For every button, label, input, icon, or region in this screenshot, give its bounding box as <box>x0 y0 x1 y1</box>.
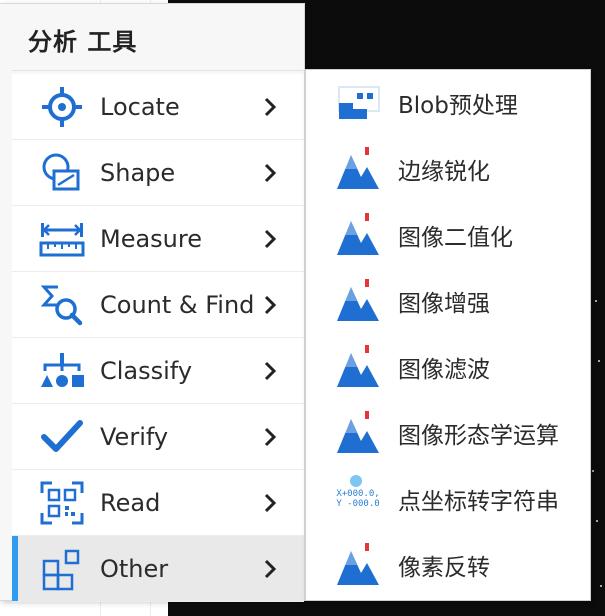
chevron-right-icon <box>264 559 277 578</box>
chevron-right-icon <box>264 163 277 182</box>
submenu-item-label: 图像滤波 <box>398 357 490 383</box>
divider <box>12 70 304 71</box>
submenu-item-label: 图像形态学运算 <box>398 423 559 449</box>
menu-item-label: Shape <box>100 158 176 187</box>
submenu-item-label: 点坐标转字符串 <box>398 489 559 515</box>
menu-item-other[interactable]: Other <box>12 536 304 602</box>
submenu-item-label: Blob预处理 <box>398 93 518 119</box>
menu-item-label: Locate <box>100 92 180 121</box>
submenu-item-label: 像素反转 <box>398 555 490 581</box>
submenu-item-filter[interactable]: 图像滤波 <box>306 334 590 400</box>
verify-check-icon <box>38 413 86 461</box>
coordinate-icon-x-text: X+000.0, <box>336 489 380 499</box>
other-submenu: Blob预处理 边缘锐化 图像二值化 图像增强 图像滤波 图像形态学运算 X+0… <box>306 70 590 600</box>
submenu-item-label: 图像增强 <box>398 291 490 317</box>
classify-icon <box>38 347 86 395</box>
menu-item-read[interactable]: Read <box>12 470 304 536</box>
image-tool-icon <box>334 541 382 589</box>
submenu-item-point-to-string[interactable]: X+000.0, Y -000.0 点坐标转字符串 <box>306 466 590 532</box>
menu-item-verify[interactable]: Verify <box>12 404 304 470</box>
submenu-item-label: 边缘锐化 <box>398 159 490 185</box>
chevron-right-icon <box>264 361 277 380</box>
analysis-tools-menu: 分析 工具 Locate Shape Measure Count & Find … <box>0 4 304 602</box>
qr-code-icon <box>38 479 86 527</box>
chevron-right-icon <box>264 493 277 512</box>
coordinate-dot-icon <box>350 475 363 487</box>
submenu-item-blob-preprocess[interactable]: Blob预处理 <box>306 70 590 136</box>
image-tool-icon <box>334 409 382 457</box>
chevron-right-icon <box>264 97 277 116</box>
image-tool-icon <box>334 343 382 391</box>
locate-icon <box>38 83 86 131</box>
submenu-item-morphology[interactable]: 图像形态学运算 <box>306 400 590 466</box>
grid-blocks-icon <box>38 545 86 593</box>
submenu-item-edge-sharpen[interactable]: 边缘锐化 <box>306 136 590 202</box>
menu-item-label: Read <box>100 488 161 517</box>
image-tool-icon <box>334 145 382 193</box>
menu-item-classify[interactable]: Classify <box>12 338 304 404</box>
count-find-icon <box>38 281 86 329</box>
active-indicator <box>12 536 18 601</box>
chevron-right-icon <box>264 295 277 314</box>
shape-icon <box>38 149 86 197</box>
menu-title: 分析 工具 <box>28 28 138 56</box>
menu-list: Locate Shape Measure Count & Find Classi… <box>12 74 304 602</box>
coordinate-icon: X+000.0, Y -000.0 <box>334 475 382 523</box>
submenu-item-pixel-invert[interactable]: 像素反转 <box>306 532 590 598</box>
coordinate-icon-y-text: Y -000.0 <box>336 499 380 509</box>
menu-item-measure[interactable]: Measure <box>12 206 304 272</box>
menu-item-locate[interactable]: Locate <box>12 74 304 140</box>
measure-icon <box>38 215 86 263</box>
blob-icon <box>334 79 382 127</box>
menu-item-label: Classify <box>100 356 193 385</box>
menu-item-label: Verify <box>100 422 169 451</box>
menu-item-shape[interactable]: Shape <box>12 140 304 206</box>
menu-item-count-find[interactable]: Count & Find <box>12 272 304 338</box>
menu-item-label: Other <box>100 554 169 583</box>
chevron-right-icon <box>264 229 277 248</box>
menu-item-label: Count & Find <box>100 290 255 319</box>
submenu-item-binarize[interactable]: 图像二值化 <box>306 202 590 268</box>
chevron-right-icon <box>264 427 277 446</box>
submenu-item-enhance[interactable]: 图像增强 <box>306 268 590 334</box>
image-tool-icon <box>334 211 382 259</box>
image-tool-icon <box>334 277 382 325</box>
submenu-item-label: 图像二值化 <box>398 225 513 251</box>
menu-item-label: Measure <box>100 224 202 253</box>
